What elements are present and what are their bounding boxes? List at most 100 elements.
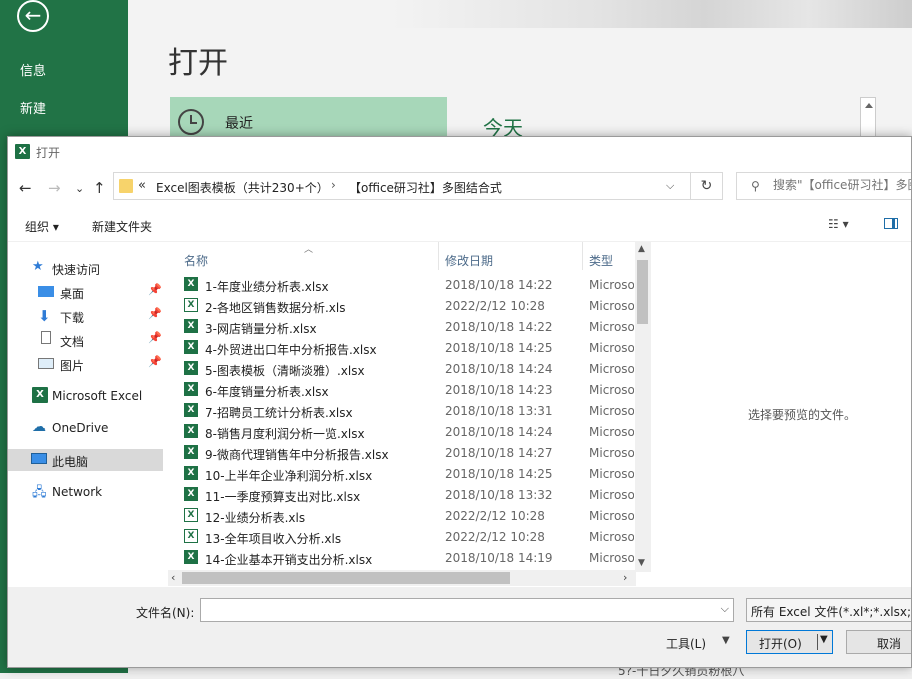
nav-label: 文档 — [60, 335, 85, 349]
open-button[interactable]: 打开(O) ▼ — [746, 630, 833, 654]
download-icon: ⬇ — [38, 307, 51, 325]
pin-icon[interactable]: 📌 — [148, 355, 162, 368]
address-dropdown-icon[interactable]: ⌵ — [666, 179, 674, 193]
file-date: 2022/2/12 10:28 — [445, 509, 545, 523]
table-row[interactable]: X 3-网店销量分析.xlsx 2018/10/18 14:22 Microsoft — [164, 317, 634, 338]
file-type: Microsoft — [589, 467, 634, 481]
filename-input[interactable]: ⌵ — [200, 598, 734, 622]
view-options-button[interactable]: ☷ ▾ — [828, 217, 849, 231]
table-row[interactable]: X 5-图表模板（清晰淡雅）.xlsx 2018/10/18 14:24 Micros… — [164, 359, 634, 380]
chevron-down-icon[interactable]: ⌵ — [721, 602, 729, 616]
nav-new[interactable]: 新建 — [20, 98, 46, 117]
excel-file-icon: X — [184, 424, 198, 438]
preview-pane-icon[interactable] — [884, 218, 898, 229]
address-bar[interactable]: « Excel图表模板（共计230+个） › 【office研习社】多图结合式 … — [113, 172, 691, 200]
pin-icon[interactable]: 📌 — [148, 331, 162, 344]
search-box[interactable]: ⚲ — [736, 172, 911, 200]
organize-button[interactable]: 组织 ▾ — [25, 218, 59, 235]
table-row[interactable]: X 11-一季度预算支出对比.xlsx 2018/10/18 13:32 Micros… — [164, 485, 634, 506]
search-input[interactable] — [771, 177, 911, 193]
pin-icon[interactable]: 📌 — [148, 307, 162, 320]
table-row[interactable]: X 1-年度业绩分析表.xlsx 2018/10/18 14:22 Microsoft — [164, 275, 634, 296]
table-row[interactable]: X 8-销售月度利润分析一览.xlsx 2018/10/18 14:24 Micros… — [164, 422, 634, 443]
table-row[interactable]: X 10-上半年企业净利润分析.xlsx 2018/10/18 14:25 Micro… — [164, 464, 634, 485]
nav-label: 图片 — [60, 359, 85, 373]
tools-button[interactable]: 工具(L) — [666, 635, 706, 652]
back-icon[interactable]: ← — [19, 179, 32, 197]
table-row[interactable]: X 7-招聘员工统计分析表.xlsx 2018/10/18 13:31 Microso… — [164, 401, 634, 422]
file-list-horizontal-scrollbar[interactable]: ‹ › — [168, 570, 636, 586]
file-name: 12-业绩分析表.xls — [205, 511, 306, 525]
nav-microsoft-excel[interactable]: X Microsoft Excel — [32, 385, 164, 407]
open-dialog: X 打开 ← → ⌄ ↑ « Excel图表模板（共计230+个） › 【off… — [7, 136, 912, 668]
nav-pictures[interactable]: 图片 📌 — [38, 353, 164, 375]
back-arrow-icon[interactable]: ← — [17, 0, 49, 32]
split-divider — [817, 634, 818, 650]
cancel-button[interactable]: 取消 — [846, 630, 911, 654]
nav-quick-access[interactable]: ★ 快速访问 — [32, 257, 152, 279]
file-name: 6-年度销量分析表.xlsx — [205, 385, 329, 399]
scrollbar-thumb[interactable] — [637, 260, 648, 324]
file-date: 2018/10/18 14:19 — [445, 551, 553, 565]
column-header-type[interactable]: 类型 — [589, 252, 613, 269]
new-folder-button[interactable]: 新建文件夹 — [92, 218, 152, 235]
scroll-down-icon[interactable]: ▼ — [638, 558, 645, 568]
column-header-name[interactable]: 名称 — [184, 252, 208, 269]
chevron-down-icon[interactable]: ▼ — [820, 634, 828, 645]
file-name: 7-招聘员工统计分析表.xlsx — [205, 406, 353, 420]
recent-locations-icon[interactable]: ⌄ — [75, 182, 84, 195]
column-divider[interactable] — [438, 242, 439, 270]
table-row[interactable]: X 14-企业基本开销支出分析.xlsx 2018/10/18 14:19 Micro… — [164, 548, 634, 569]
refresh-icon[interactable]: ↻ — [691, 172, 723, 200]
nav-onedrive[interactable]: ☁ OneDrive — [32, 417, 164, 439]
excel-file-icon: X — [184, 445, 198, 459]
table-row[interactable]: X 13-全年项目收入分析.xls 2022/2/12 10:28 Microsoft — [164, 527, 634, 548]
scroll-up-icon[interactable]: ▲ — [638, 244, 645, 254]
pin-icon[interactable]: 📌 — [148, 283, 162, 296]
table-row[interactable]: X 4-外贸进出口年中分析报告.xlsx 2018/10/18 14:25 Micro… — [164, 338, 634, 359]
excel-file-icon: X — [184, 298, 198, 312]
chevron-down-icon[interactable]: ▼ — [722, 635, 730, 646]
nav-info[interactable]: 信息 — [20, 60, 46, 79]
table-row[interactable]: X 2-各地区销售数据分析.xls 2022/2/12 10:28 Microsoft — [164, 296, 634, 317]
file-date: 2022/2/12 10:28 — [445, 299, 545, 313]
file-date: 2018/10/18 14:25 — [445, 467, 553, 481]
address-separator-icon[interactable]: › — [331, 178, 336, 192]
address-overflow-icon[interactable]: « — [138, 178, 146, 193]
nav-network[interactable]: 🖧 Network — [32, 481, 164, 503]
nav-desktop[interactable]: 桌面 📌 — [38, 281, 164, 303]
file-type-filter[interactable]: 所有 Excel 文件(*.xl*;*.xlsx;*.xl — [746, 598, 911, 622]
scroll-left-icon[interactable]: ‹ — [171, 571, 175, 584]
filename-label: 文件名(N): — [136, 606, 195, 620]
excel-file-icon: X — [184, 319, 198, 333]
clock-icon — [178, 109, 204, 135]
document-icon — [41, 331, 51, 344]
backstage-scrollbar[interactable] — [860, 97, 876, 137]
nav-label: 此电脑 — [52, 455, 89, 469]
nav-documents[interactable]: 文档 📌 — [38, 329, 164, 351]
nav-label: 快速访问 — [52, 263, 101, 277]
excel-file-icon: X — [184, 508, 198, 522]
column-header-date[interactable]: 修改日期 — [445, 252, 493, 269]
dialog-titlebar: X 打开 — [8, 137, 911, 165]
excel-file-icon: X — [184, 361, 198, 375]
file-list: ︿ 名称 修改日期 类型 X 1-年度业绩分析表.xlsx 2018/10/18 1… — [164, 242, 651, 592]
address-segment[interactable]: 【office研习社】多图结合式 — [349, 179, 502, 196]
nav-label: Microsoft Excel — [52, 389, 143, 403]
scroll-right-icon[interactable]: › — [623, 571, 627, 584]
network-icon: 🖧 — [32, 485, 47, 500]
table-row[interactable]: X 6-年度销量分析表.xlsx 2018/10/18 14:23 Microsoft — [164, 380, 634, 401]
file-date: 2018/10/18 14:25 — [445, 341, 553, 355]
recent-tab[interactable]: 最近 — [170, 97, 447, 137]
up-icon[interactable]: ↑ — [93, 179, 106, 197]
file-name: 4-外贸进出口年中分析报告.xlsx — [205, 343, 377, 357]
file-list-vertical-scrollbar[interactable]: ▲ ▼ — [635, 242, 651, 572]
table-row[interactable]: X 9-微商代理销售年中分析报告.xlsx 2018/10/18 14:27 Micr… — [164, 443, 634, 464]
nav-downloads[interactable]: ⬇ 下载 📌 — [38, 305, 164, 327]
nav-this-pc[interactable]: 此电脑 — [8, 449, 163, 471]
scrollbar-thumb[interactable] — [182, 572, 510, 584]
forward-icon[interactable]: → — [48, 179, 61, 197]
table-row[interactable]: X 12-业绩分析表.xls 2022/2/12 10:28 Microsoft — [164, 506, 634, 527]
address-segment[interactable]: Excel图表模板（共计230+个） — [156, 179, 329, 196]
column-divider[interactable] — [582, 242, 583, 270]
